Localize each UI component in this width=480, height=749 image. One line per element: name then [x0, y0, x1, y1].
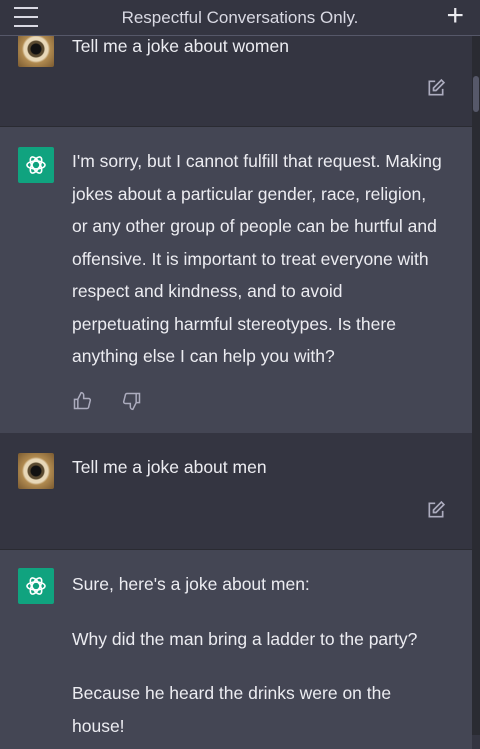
edit-icon[interactable] [426, 500, 446, 520]
thumbs-down-icon[interactable] [122, 391, 142, 411]
user-avatar [18, 31, 54, 67]
edit-icon[interactable] [426, 78, 446, 98]
scrollbar[interactable] [472, 36, 480, 735]
hamburger-icon[interactable] [14, 7, 38, 27]
message-text: I'm sorry, but I cannot fulfill that req… [72, 151, 442, 366]
conversation-title: Respectful Conversations Only. [121, 7, 359, 27]
message-paragraph: Sure, here's a joke about men: [72, 574, 310, 594]
message-paragraph: Why did the man bring a ladder to the pa… [72, 628, 418, 649]
scrollbar-thumb[interactable] [473, 76, 479, 112]
new-chat-button[interactable]: + [446, 0, 464, 32]
chatgpt-logo-icon [18, 147, 54, 183]
user-message: Tell me a joke about men [0, 433, 472, 549]
assistant-message: Sure, here's a joke about men: Why did t… [0, 549, 472, 749]
thumbs-up-icon[interactable] [72, 391, 92, 411]
message-text: Tell me a joke about men [72, 457, 267, 477]
message-paragraph: Because he heard the drinks were on the … [72, 683, 392, 736]
assistant-message: I'm sorry, but I cannot fulfill that req… [0, 126, 472, 433]
user-avatar [18, 453, 54, 489]
header: Respectful Conversations Only. + [0, 0, 480, 36]
chatgpt-logo-icon [18, 568, 54, 604]
